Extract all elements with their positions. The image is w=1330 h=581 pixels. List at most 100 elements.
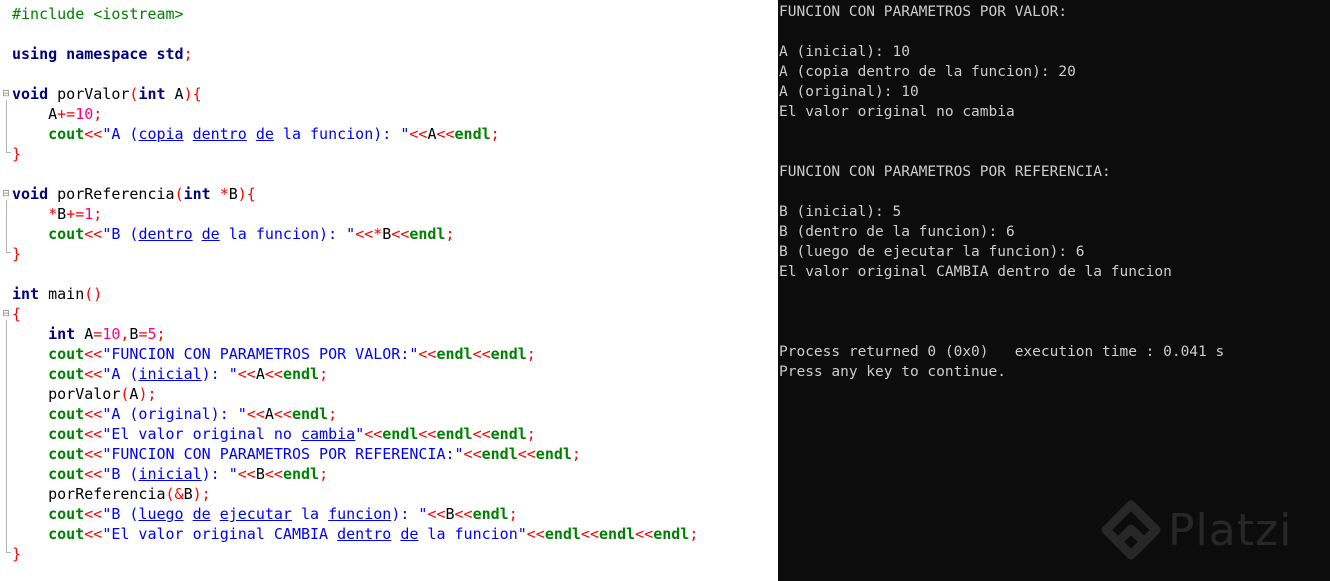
code-token: ejecutar (219, 505, 292, 523)
platzi-watermark: Platzi (1096, 495, 1326, 581)
code-token: } (12, 245, 22, 263)
code-token: endl (436, 345, 473, 363)
code-token: endl (535, 445, 572, 463)
code-token: ): " (391, 505, 428, 523)
code-line: int A=10,B=5; (12, 324, 166, 344)
code-token: cout (48, 365, 85, 383)
code-token: ; (93, 205, 103, 223)
code-line: int main() (12, 284, 102, 304)
code-token: cout (48, 405, 85, 423)
code-token: << (273, 405, 292, 423)
code-token: cout (48, 445, 85, 463)
code-token: << (84, 225, 103, 243)
code-token: inicial (138, 365, 202, 383)
code-token: B (382, 225, 392, 243)
code-token: endl (481, 445, 518, 463)
code-token: << (635, 525, 654, 543)
code-token: "FUNCION CON PARAMETROS POR VALOR:" (102, 345, 419, 363)
code-token: ); (192, 485, 211, 503)
code-token: cout (48, 345, 85, 363)
code-token: ){ (237, 185, 256, 203)
code-line: cout<<"A (original): "<<A<<endl; (12, 404, 337, 424)
code-token: B (445, 505, 455, 523)
code-token: #include <iostream> (12, 5, 184, 23)
code-token: << (454, 505, 473, 523)
code-token: de (255, 125, 274, 143)
code-token: ; (156, 325, 166, 343)
code-token: ; (689, 525, 699, 543)
code-token: << (391, 225, 410, 243)
code-token: "B ( (102, 465, 139, 483)
code-token: << (418, 425, 437, 443)
fold-guide (6, 320, 7, 552)
code-token: int (12, 285, 40, 303)
code-token: cout (48, 505, 85, 523)
code-line: cout<<"El valor original no cambia"<<end… (12, 424, 536, 444)
code-token: ; (93, 105, 103, 123)
code-token: int (138, 85, 166, 103)
code-line: cout<<"A (copia dentro de la funcion): "… (12, 124, 500, 144)
code-token: () (84, 285, 103, 303)
code-token: ; (319, 465, 329, 483)
console-window[interactable]: FUNCION CON PARAMETROS POR VALOR: A (inic… (778, 0, 1330, 581)
code-token: copia (138, 125, 184, 143)
code-token: inicial (138, 465, 202, 483)
code-token: << (84, 345, 103, 363)
code-token: la funcion): " (273, 125, 410, 143)
code-line: porValor(A); (12, 384, 156, 404)
code-token: ; (526, 425, 536, 443)
code-line: cout<<"FUNCION CON PARAMETROS POR REFERE… (12, 444, 581, 464)
code-token: << (84, 525, 103, 543)
code-token: = (93, 325, 103, 343)
code-line: void porValor(int A){ (12, 84, 202, 104)
console-line: A (inicial): 10 (779, 44, 910, 60)
code-token: A (75, 325, 94, 343)
code-token: { (12, 305, 22, 323)
watermark-text: Platzi (1168, 505, 1293, 556)
code-token: void (12, 85, 49, 103)
code-editor[interactable]: ⊟ ⊟ ⊟ #include <iostream> using namespace… (0, 0, 778, 581)
code-token: int (183, 185, 211, 203)
code-token: luego (138, 505, 184, 523)
code-token: endl (409, 225, 446, 243)
code-token: endl (454, 125, 491, 143)
code-token: de (201, 225, 220, 243)
code-token: "A (original): " (102, 405, 247, 423)
code-token: << (84, 465, 103, 483)
code-token: porValor (48, 85, 130, 103)
code-token: using namespace std (12, 45, 184, 63)
code-token: << (472, 345, 491, 363)
code-token: A (255, 365, 265, 383)
code-token: "B ( (102, 225, 139, 243)
code-line: { (12, 304, 21, 324)
code-token: int (48, 325, 76, 343)
code-token: endl (599, 525, 636, 543)
console-line: B (inicial): 5 (779, 204, 902, 220)
code-token: cout (48, 465, 85, 483)
code-token: << (364, 425, 383, 443)
code-token: 1 (84, 205, 94, 223)
platzi-logo-icon (1101, 500, 1161, 560)
code-token: "El valor original CAMBIA (102, 525, 338, 543)
console-line: El valor original CAMBIA dentro de la fu… (779, 264, 1172, 280)
code-token: endl (490, 425, 527, 443)
code-token: 10 (75, 105, 94, 123)
code-token: porValor (12, 385, 121, 403)
code-token: B (255, 465, 265, 483)
code-token: << (237, 365, 256, 383)
code-token: endl (282, 365, 320, 383)
code-token: endl (490, 345, 527, 363)
fold-guide-end (6, 152, 11, 153)
code-token: de (400, 525, 419, 543)
code-token: += (57, 105, 76, 123)
console-line: A (original): 10 (779, 84, 919, 100)
code-line: cout<<"El valor original CAMBIA dentro d… (12, 524, 698, 544)
code-token: ; (183, 45, 193, 63)
